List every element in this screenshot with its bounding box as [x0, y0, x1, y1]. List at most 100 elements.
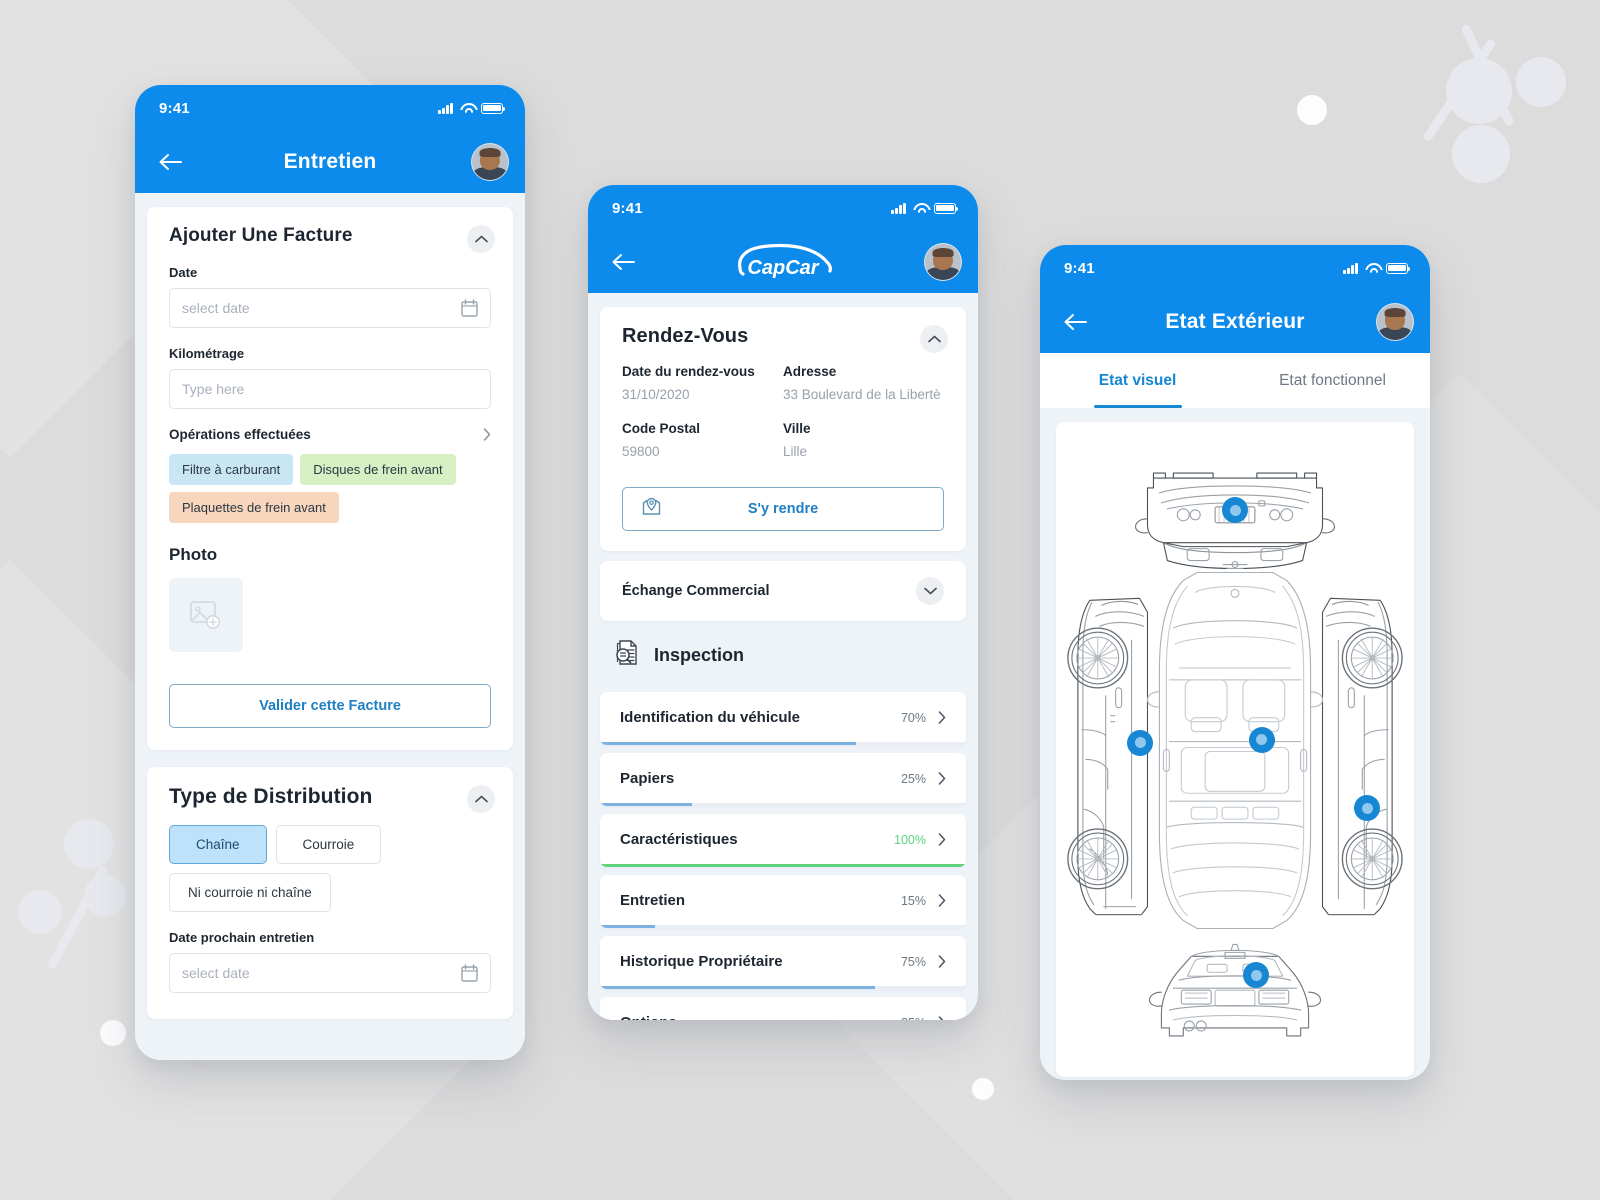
marker-right-rear-wheel[interactable] [1354, 795, 1381, 822]
sy-rendre-label: S'y rendre [747, 501, 819, 517]
field-value: 31/10/2020 [622, 387, 690, 402]
field-value: 33 Boulevard de la Libertè [783, 387, 941, 402]
navigation-bar: Entretien [135, 131, 525, 193]
calendar-icon[interactable] [461, 964, 478, 982]
operations-row[interactable]: Opérations effectuées [169, 427, 491, 442]
phone-screen-etat-exterieur: 9:41 Etat Extérieur Etat visuel Etat fon… [1040, 245, 1430, 1080]
rdv-details: Date du rendez-vous Adresse 31/10/2020 3… [622, 364, 944, 473]
chevron-right-icon [938, 955, 946, 968]
bg-circle [1452, 125, 1510, 183]
inspection-label: Options [620, 1014, 677, 1020]
operations-tag-list: Filtre à carburant Disques de frein avan… [169, 454, 491, 523]
operation-tag[interactable]: Plaquettes de frein avant [169, 492, 339, 523]
screen-content [1040, 408, 1430, 1080]
mileage-label: Kilométrage [169, 346, 245, 361]
inspection-header: Inspection [588, 621, 978, 684]
date-input[interactable]: select date [169, 288, 491, 328]
operation-tag[interactable]: Disques de frein avant [300, 454, 456, 485]
operation-tag[interactable]: Filtre à carburant [169, 454, 294, 485]
choice-ni-courroie-ni-chaine[interactable]: Ni courroie ni chaîne [169, 873, 331, 912]
card-ajouter-facture: Ajouter Une Facture Date select date Kil… [147, 207, 513, 750]
screen-content: Ajouter Une Facture Date select date Kil… [135, 193, 525, 1060]
field-value: Lille [783, 444, 808, 459]
inspection-row[interactable]: Entretien 15% [600, 875, 966, 928]
left-side-view [1067, 597, 1149, 916]
cellular-signal-icon [438, 102, 453, 114]
bg-circle [1516, 57, 1566, 107]
marker-rear-bumper[interactable] [1243, 962, 1270, 989]
inspection-label: Caractéristiques [620, 831, 738, 848]
card-type-distribution: Type de Distribution Chaîne Courroie Ni … [147, 767, 513, 1019]
logo-text: CapCar [747, 257, 819, 279]
cellular-signal-icon [891, 202, 906, 214]
inspection-percent: 15% [900, 893, 926, 908]
inspection-row[interactable]: Options 35% [600, 997, 966, 1020]
marker-top-windshield[interactable] [1248, 726, 1275, 753]
chevron-up-icon[interactable] [467, 225, 495, 253]
screen-content: Rendez-Vous Date du rendez-vous Adresse … [588, 293, 978, 1020]
navigation-bar: Etat Extérieur [1040, 291, 1430, 353]
inspection-row[interactable]: Caractéristiques 100% [600, 814, 966, 867]
choice-chaine[interactable]: Chaîne [169, 825, 267, 864]
capcar-logo-icon: CapCar [588, 241, 978, 283]
status-bar: 9:41 [588, 185, 978, 231]
back-arrow-icon[interactable] [153, 145, 187, 179]
inspection-percent: 75% [900, 954, 926, 969]
status-time: 9:41 [1064, 259, 1095, 277]
progress-bar [600, 864, 966, 867]
date-placeholder: select date [182, 300, 250, 316]
chevron-right-icon [938, 1016, 944, 1020]
battery-icon [481, 102, 506, 114]
field-value: 59800 [622, 444, 660, 459]
distribution-choice-group: Chaîne Courroie Ni courroie ni chaîne [169, 825, 491, 912]
operations-label: Opérations effectuées [169, 427, 311, 442]
inspection-row[interactable]: Papiers 25% [600, 753, 966, 806]
inspection-percent: 70% [900, 710, 926, 725]
echange-label: Échange Commercial [622, 583, 770, 599]
inspection-row[interactable]: Historique Propriétaire 75% [600, 936, 966, 989]
avatar[interactable] [924, 243, 962, 281]
status-time: 9:41 [159, 99, 190, 117]
back-arrow-icon[interactable] [606, 245, 640, 279]
add-photo-button[interactable] [169, 578, 243, 652]
next-maintenance-date-input[interactable]: select date [169, 953, 491, 993]
valider-facture-button[interactable]: Valider cette Facture [169, 684, 491, 728]
chevron-right-icon [938, 894, 946, 907]
chevron-down-icon[interactable] [916, 577, 944, 605]
next-maintenance-date-label: Date prochain entretien [169, 930, 315, 945]
next-date-placeholder: select date [182, 965, 250, 981]
mileage-input[interactable]: Type here [169, 369, 491, 409]
choice-courroie[interactable]: Courroie [275, 825, 382, 864]
inspection-label: Entretien [620, 892, 686, 909]
cellular-signal-icon [1343, 262, 1358, 274]
sy-rendre-button[interactable]: S'y rendre [622, 487, 944, 531]
inspection-label: Identification du véhicule [620, 709, 801, 726]
avatar[interactable] [1376, 303, 1414, 341]
inspection-percent: 35% [901, 1016, 926, 1021]
chevron-up-icon[interactable] [467, 785, 495, 813]
field-key: Date du rendez-vous [622, 364, 755, 379]
bg-circle-white [972, 1078, 994, 1100]
inspection-row[interactable]: Identification du véhicule 70% [600, 692, 966, 745]
chevron-up-icon[interactable] [920, 325, 948, 353]
battery-icon [934, 202, 959, 214]
field-key: Code Postal [622, 421, 701, 436]
marker-left-front-door[interactable] [1127, 729, 1154, 756]
row-echange-commercial[interactable]: Échange Commercial [600, 561, 966, 621]
bg-circle [84, 875, 126, 917]
chevron-right-icon [938, 772, 946, 785]
tab-etat-fonctionnel[interactable]: Etat fonctionnel [1235, 353, 1430, 408]
avatar[interactable] [471, 143, 509, 181]
car-exterior-diagram[interactable] [1056, 422, 1414, 1077]
progress-bar [600, 803, 966, 806]
right-side-view [1321, 597, 1403, 916]
marker-front-grille[interactable] [1222, 497, 1248, 524]
phone-screen-rendez-vous: 9:41 CapCar Rendez-Vous Date du rendez-v… [588, 185, 978, 1020]
calendar-icon[interactable] [461, 299, 478, 317]
tab-etat-visuel[interactable]: Etat visuel [1040, 353, 1235, 408]
field-key: Adresse [783, 364, 837, 379]
card-title: Ajouter Une Facture [169, 225, 353, 246]
back-arrow-icon[interactable] [1058, 305, 1092, 339]
add-image-icon [190, 601, 221, 630]
document-search-icon [610, 637, 642, 674]
